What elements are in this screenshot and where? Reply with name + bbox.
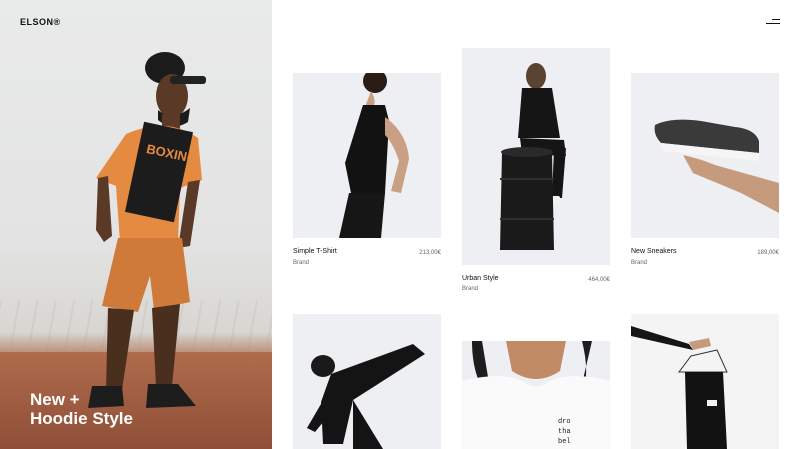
product-card-urban-style[interactable]: Urban Style Brand 464,00€ [462,48,610,298]
product-name[interactable]: New Sneakers [631,248,677,255]
model-crouching-image [307,344,425,449]
product-brand: Brand [462,286,479,292]
product-image[interactable] [293,314,441,449]
product-card-black-outfit[interactable] [293,314,441,449]
brand-logo[interactable]: ELSON® [20,17,61,27]
product-price: 213,00€ [419,250,441,256]
hamburger-menu-icon[interactable] [766,18,780,26]
hero-banner[interactable]: BOXING ELSON® New + Hoodie Style [0,0,272,449]
hero-title-line-1: New + [30,390,80,409]
product-card-new-sneakers[interactable]: New Sneakers Brand 189,00€ [631,73,779,273]
product-price: 464,00€ [588,277,610,283]
product-card-white-tee[interactable]: dro tha bel [462,341,610,449]
hero-title-line-2: Hoodie Style [30,409,133,428]
sneaker-in-hand-image [654,119,779,213]
pants-on-hanger-image [631,326,728,449]
svg-text:dro: dro [558,418,571,426]
svg-text:tha: tha [558,428,571,436]
hero-model-image: BOXING [88,52,206,408]
product-brand: Brand [293,260,310,266]
hero-title[interactable]: New + Hoodie Style [30,390,230,428]
model-black-top-image [339,73,409,238]
product-image[interactable] [293,73,441,238]
product-card-simple-tshirt[interactable]: Simple T-Shirt Brand 213,00€ [293,73,441,273]
product-image[interactable]: dro tha bel [462,341,610,449]
model-white-tee-image: dro tha bel [462,341,610,449]
product-price: 189,00€ [757,250,779,256]
product-image[interactable] [462,48,610,265]
model-on-barrel-image [500,63,566,250]
product-name[interactable]: Urban Style [462,275,499,282]
product-name[interactable]: Simple T-Shirt [293,248,337,255]
product-image[interactable] [631,73,779,238]
product-card-hanger-pants[interactable] [631,314,779,449]
svg-text:bel: bel [558,438,571,446]
product-image[interactable] [631,314,779,449]
product-brand: Brand [631,260,648,266]
